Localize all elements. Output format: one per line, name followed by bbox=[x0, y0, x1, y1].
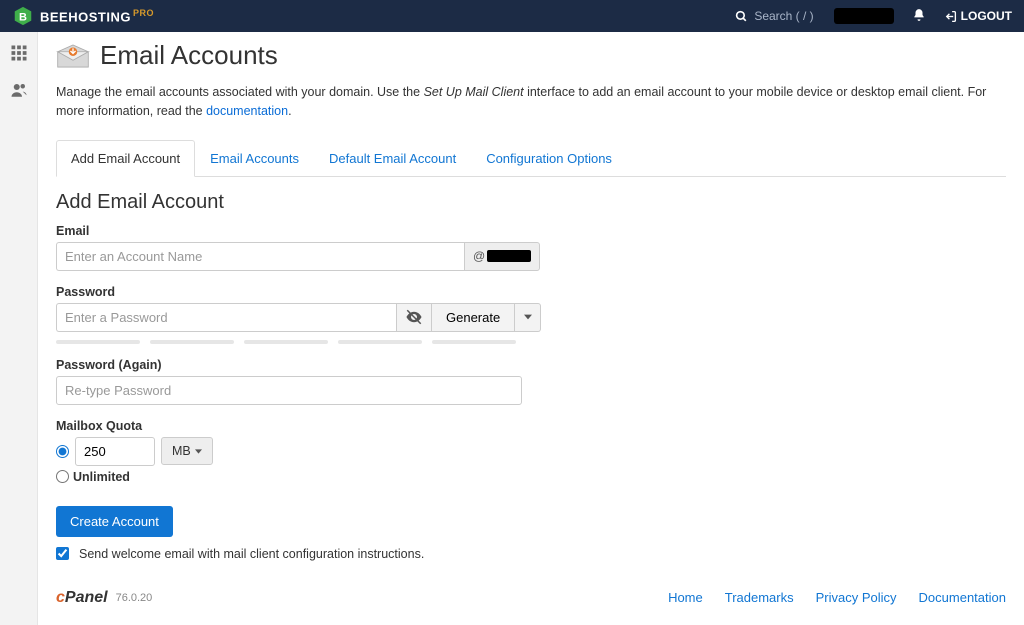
password-label: Password bbox=[56, 285, 1006, 299]
cpanel-logo: cPanel bbox=[56, 589, 108, 607]
grid-icon bbox=[10, 44, 28, 62]
generate-password-button[interactable]: Generate bbox=[432, 303, 515, 332]
quota-unlimited-radio[interactable] bbox=[56, 470, 69, 483]
main-content: Email Accounts Manage the email accounts… bbox=[38, 32, 1024, 625]
brand-text: BEEHOSTINGPRO bbox=[40, 8, 154, 24]
welcome-email-checkbox[interactable] bbox=[56, 547, 69, 560]
apps-grid-button[interactable] bbox=[10, 44, 28, 65]
quota-unlimited-label: Unlimited bbox=[73, 470, 130, 484]
user-menu[interactable] bbox=[834, 8, 894, 24]
topbar: B BEEHOSTINGPRO Search ( / ) LOGOUT bbox=[0, 0, 1024, 32]
tab-email-accounts[interactable]: Email Accounts bbox=[195, 140, 314, 177]
svg-text:B: B bbox=[19, 12, 27, 24]
users-button[interactable] bbox=[10, 81, 28, 102]
quota-sized-radio[interactable] bbox=[56, 445, 69, 458]
cpanel-version: 76.0.20 bbox=[116, 592, 153, 604]
users-icon bbox=[10, 81, 28, 99]
password-strength-meter bbox=[56, 340, 1006, 344]
section-title: Add Email Account bbox=[56, 191, 1006, 214]
logout-icon bbox=[944, 10, 957, 23]
email-domain-selector[interactable]: @ bbox=[464, 242, 540, 271]
search-icon bbox=[735, 10, 748, 23]
password-input[interactable] bbox=[56, 303, 396, 332]
logout-button[interactable]: LOGOUT bbox=[944, 9, 1012, 23]
intro-text: Manage the email accounts associated wit… bbox=[56, 83, 1006, 121]
email-input[interactable] bbox=[56, 242, 464, 271]
search-box[interactable]: Search ( / ) bbox=[735, 9, 813, 23]
notifications-button[interactable] bbox=[912, 8, 926, 25]
email-page-icon bbox=[56, 43, 90, 69]
footer-links: Home Trademarks Privacy Policy Documenta… bbox=[668, 590, 1006, 605]
create-account-button[interactable]: Create Account bbox=[56, 506, 173, 537]
tabs: Add Email Account Email Accounts Default… bbox=[56, 139, 1006, 177]
page-title: Email Accounts bbox=[100, 40, 278, 71]
caret-down-icon bbox=[195, 448, 202, 455]
page-header: Email Accounts bbox=[56, 40, 1006, 77]
email-label: Email bbox=[56, 224, 1006, 238]
password-again-input[interactable] bbox=[56, 376, 522, 405]
tab-add-email-account[interactable]: Add Email Account bbox=[56, 140, 195, 177]
mailbox-quota-label: Mailbox Quota bbox=[56, 419, 1006, 433]
quota-size-input[interactable] bbox=[75, 437, 155, 466]
welcome-email-label: Send welcome email with mail client conf… bbox=[79, 547, 424, 561]
bee-logo-icon: B bbox=[12, 5, 34, 27]
footer: cPanel 76.0.20 Home Trademarks Privacy P… bbox=[56, 575, 1006, 607]
footer-link-trademarks[interactable]: Trademarks bbox=[725, 590, 794, 605]
password-again-label: Password (Again) bbox=[56, 358, 1006, 372]
footer-link-home[interactable]: Home bbox=[668, 590, 703, 605]
generate-options-button[interactable] bbox=[515, 303, 541, 332]
search-placeholder-text: Search ( / ) bbox=[754, 9, 813, 23]
toggle-password-visibility[interactable] bbox=[396, 303, 432, 332]
redacted-domain bbox=[487, 250, 531, 262]
left-rail bbox=[0, 32, 38, 625]
tab-default-email-account[interactable]: Default Email Account bbox=[314, 140, 471, 177]
bell-icon bbox=[912, 8, 926, 22]
footer-link-privacy[interactable]: Privacy Policy bbox=[816, 590, 897, 605]
footer-link-documentation[interactable]: Documentation bbox=[919, 590, 1006, 605]
eye-off-icon bbox=[405, 308, 423, 326]
quota-unit-selector[interactable]: MB bbox=[161, 437, 213, 465]
documentation-link[interactable]: documentation bbox=[206, 104, 288, 118]
caret-down-icon bbox=[524, 313, 532, 321]
brand-logo[interactable]: B BEEHOSTINGPRO bbox=[12, 5, 154, 27]
tab-configuration-options[interactable]: Configuration Options bbox=[471, 140, 627, 177]
